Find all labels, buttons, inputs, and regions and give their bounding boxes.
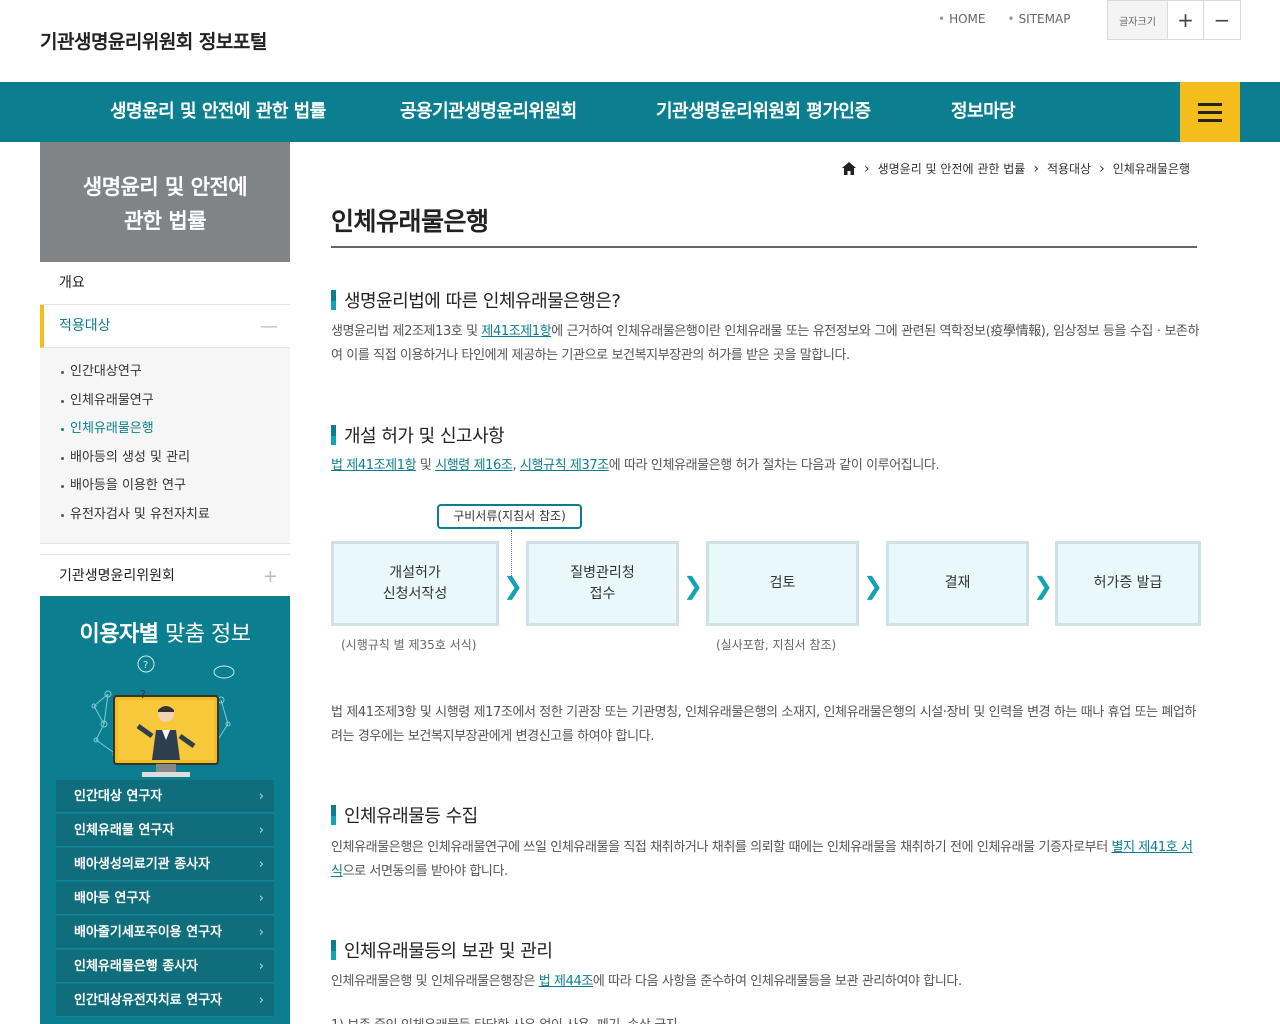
sub-item-derivative-research[interactable]: 인체유래물연구 [40, 387, 290, 416]
gnb-item-certification[interactable]: 기관생명윤리위원회 평가인증 [656, 82, 871, 142]
user-box-title: 이용자별 맞춤 정보 [79, 622, 251, 647]
expand-icon[interactable]: + [263, 555, 278, 598]
gnb-item-law[interactable]: 생명윤리 및 안전에 관한 법률 [110, 82, 326, 142]
site-title[interactable]: 기관생명윤리위원회 정보포털 [40, 27, 267, 54]
sidebar-title: 생명윤리 및 안전에 관한 법률 [40, 142, 290, 262]
process-step: 결재 [886, 541, 1029, 626]
sidebar-item-irb[interactable]: 기관생명윤리위원회 + [40, 554, 290, 597]
chevron-right-icon: › [258, 925, 264, 940]
breadcrumb-separator: › [1099, 160, 1105, 177]
user-link-embryo-clinic-staff[interactable]: 배아생성의료기관 종사자 › [56, 848, 274, 881]
section-heading: 인체유래물등의 보관 및 관리 [331, 937, 553, 963]
section-heading: 생명윤리법에 따른 인체유래물은행은? [331, 287, 621, 313]
sub-item-embryo-research[interactable]: 배아등을 이용한 연구 [40, 472, 290, 501]
user-custom-info: 이용자별 맞춤 정보 ? ? 인간대상 연구자 › 인체유래물 연구자 › 배아… [40, 596, 290, 1024]
law-link[interactable]: 시행령 제16조 [435, 458, 513, 473]
chevron-right-icon: ❯ [1033, 572, 1054, 600]
all-menu-button[interactable] [1180, 82, 1240, 142]
user-link-human-researcher[interactable]: 인간대상 연구자 › [56, 780, 274, 813]
breadcrumb-item[interactable]: 적용대상 [1047, 160, 1091, 177]
chevron-right-icon: › [258, 891, 264, 906]
user-link-stem-cell-researcher[interactable]: 배아줄기세포주이용 연구자 › [56, 916, 274, 949]
breadcrumb: › 생명윤리 및 안전에 관한 법률 › 적용대상 › 인체유래물은행 [841, 160, 1190, 177]
law-link[interactable]: 법 제41조제1항 [331, 458, 417, 473]
section-text: 인체유래물은행은 인체유래물연구에 쓰일 인체유래물을 직접 채취하거나 채취를… [331, 840, 1193, 879]
process-step: 질병관리청 접수 [526, 541, 679, 626]
user-link-embryo-researcher[interactable]: 배아등 연구자 › [56, 882, 274, 915]
sub-item-genetic-testing[interactable]: 유전자검사 및 유전자치료 [40, 501, 290, 530]
chevron-right-icon: ❯ [503, 572, 524, 600]
font-size-label: 글자크기 [1108, 1, 1168, 39]
chevron-right-icon: › [258, 789, 264, 804]
utility-links: HOME SITEMAP [938, 12, 1070, 26]
font-size-plus-button[interactable]: + [1168, 1, 1204, 39]
step-note: (시행규칙 별 제35호 서식) [341, 638, 477, 652]
svg-text:?: ? [140, 688, 146, 701]
hamburger-icon [1198, 102, 1222, 106]
chevron-right-icon: › [258, 959, 264, 974]
breadcrumb-separator: › [1033, 160, 1039, 177]
user-link-derivative-researcher[interactable]: 인체유래물 연구자 › [56, 814, 274, 847]
svg-text:?: ? [143, 660, 148, 671]
process-step: 개설허가 신청서작성 [331, 541, 499, 626]
sidebar-menu: 개요 적용대상 — 인간대상연구 인체유래물연구 인체유래물은행 배아등의 생성… [40, 262, 290, 597]
sidebar-sub-list: 인간대상연구 인체유래물연구 인체유래물은행 배아등의 생성 및 관리 배아등을… [40, 348, 290, 544]
section-text: 인체유래물은행 및 인체유래물은행장은 법 제44조에 따라 다음 사항을 준수… [331, 974, 962, 989]
global-navigation: 생명윤리 및 안전에 관한 법률 공용기관생명윤리위원회 기관생명윤리위원회 평… [0, 82, 1280, 142]
font-size-control: 글자크기 + − [1107, 0, 1241, 40]
sitemap-link[interactable]: SITEMAP [1007, 12, 1071, 26]
breadcrumb-separator: › [863, 160, 870, 177]
section-text: 생명윤리법 제2조제13호 및 제41조제1항에 근거하여 인체유래물은행이란 … [331, 324, 1200, 363]
step-note: (실사포함, 지침서 참조) [716, 638, 837, 652]
sidebar-item-scope[interactable]: 적용대상 — [40, 305, 290, 348]
sidebar: 생명윤리 및 안전에 관한 법률 개요 적용대상 — 인간대상연구 인체유래물연… [40, 142, 290, 1024]
sub-item-human-research[interactable]: 인간대상연구 [40, 358, 290, 387]
sidebar-item-overview[interactable]: 개요 [40, 262, 290, 305]
user-link-list: 인간대상 연구자 › 인체유래물 연구자 › 배아생성의료기관 종사자 › 배아등 연… [56, 780, 274, 1018]
law-link[interactable]: 법 제44조 [539, 974, 594, 989]
sub-item-biobank[interactable]: 인체유래물은행 [40, 415, 290, 444]
chevron-right-icon: › [258, 823, 264, 838]
chevron-right-icon: › [258, 857, 264, 872]
law-link[interactable]: 시행규칙 제37조 [520, 458, 609, 473]
breadcrumb-item[interactable]: 생명윤리 및 안전에 관한 법률 [878, 160, 1026, 177]
breadcrumb-current: 인체유래물은행 [1112, 162, 1190, 176]
title-divider [331, 246, 1197, 248]
researcher-monitor-illustration: ? ? [91, 655, 235, 777]
page-title: 인체유래물은행 [331, 207, 489, 236]
user-link-gene-therapy-researcher[interactable]: 인간대상유전자치료 연구자 › [56, 984, 274, 1017]
site-header: 기관생명윤리위원회 정보포털 HOME SITEMAP 글자크기 + − [0, 0, 1280, 82]
chevron-right-icon: ❯ [683, 572, 704, 600]
section-heading: 개설 허가 및 신고사항 [331, 422, 505, 448]
process-step: 허가증 발급 [1055, 541, 1201, 626]
required-docs-tag: 구비서류(지침서 참조) [437, 504, 582, 529]
collapse-icon[interactable]: — [260, 305, 278, 348]
chevron-right-icon: › [258, 993, 264, 1008]
gnb-item-info[interactable]: 정보마당 [951, 82, 1016, 142]
connector-line [511, 530, 512, 576]
gnb-item-public-irb[interactable]: 공용기관생명윤리위원회 [400, 82, 577, 142]
section-list-item: 1) 보존 중인 인체유래물등 타당한 사유 없이 사용, 폐기, 손상 금지 [331, 1014, 1201, 1024]
process-step: 검토 [706, 541, 859, 626]
section-heading: 인체유래물등 수집 [331, 802, 478, 828]
home-link[interactable]: HOME [938, 12, 985, 26]
font-size-minus-button[interactable]: − [1204, 1, 1240, 39]
section-text: 법 제41조제1항 및 시행령 제16조, 시행규칙 제37조에 따라 인체유래… [331, 458, 940, 473]
user-link-biobank-staff[interactable]: 인체유래물은행 종사자 › [56, 950, 274, 983]
chevron-right-icon: ❯ [863, 572, 884, 600]
section-text: 법 제41조제3항 및 시행령 제17조에서 정한 기관장 또는 기관명칭, 인… [331, 705, 1197, 744]
law-link[interactable]: 제41조제1항 [481, 324, 551, 339]
home-icon[interactable] [841, 162, 856, 175]
sub-item-embryo-management[interactable]: 배아등의 생성 및 관리 [40, 444, 290, 473]
